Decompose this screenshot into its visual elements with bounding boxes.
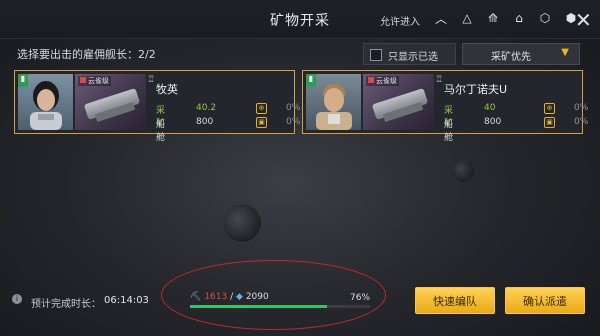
cargo-current: 1613 — [204, 292, 228, 302]
progress-bar — [190, 305, 370, 308]
hold-bonus-icon: ▣ — [256, 117, 267, 128]
ship-class-tag: 云雀级 — [78, 76, 111, 86]
hold-bonus-icon: ▣ — [544, 117, 555, 128]
sort-label: 采矿优先 — [491, 52, 531, 63]
ship-image: 云雀级 — [75, 74, 146, 130]
quick-formation-button[interactable]: 快速编队 — [415, 287, 495, 314]
eta-value: 06:14:03 — [104, 295, 149, 306]
cargo-capacity: 2090 — [245, 292, 269, 302]
mining-bonus-icon: ⊕ — [256, 103, 267, 114]
top-bar: 矿物开采 允许进入 ︿ △ ⟰ ⌂ ⬡ ⬢ ✕ — [0, 0, 600, 39]
captain-avatar — [316, 84, 352, 130]
captain-card[interactable]: ▮ 云雀级 ♖ 牧英 采矿 40.2 ⊕ 0% 船舱 800 ▣ 0% — [14, 70, 300, 143]
captain-name: 马尔丁诺夫U — [444, 83, 508, 96]
mining-bonus-icon: ⊕ — [544, 103, 555, 114]
captain-avatar — [30, 81, 62, 130]
chevron-up-icon[interactable]: ︿ — [432, 10, 450, 26]
confirm-dispatch-button[interactable]: 确认派遣 — [505, 287, 585, 314]
ore-icon: ⛏ — [190, 292, 202, 302]
planet-decoration — [222, 203, 262, 243]
eta-label: 预计完成时长： — [31, 299, 101, 310]
selection-label: 选择要出击的雇佣舰长：2/2 — [17, 48, 156, 61]
tier-1-icon[interactable]: △ — [458, 10, 476, 26]
allow-entry-label: 允许进入 — [380, 17, 420, 28]
dropdown-arrow-icon: ▼ — [561, 47, 569, 58]
captain-name: 牧英 — [156, 83, 178, 96]
ship-image: 云雀级 — [363, 74, 434, 130]
tier-filter: ︿ △ ⟰ ⌂ ⬡ ⬢ — [432, 10, 580, 26]
ship-class-tag: 云雀级 — [366, 76, 399, 86]
tier-3-icon[interactable]: ⌂ — [510, 10, 528, 26]
tier-4-icon[interactable]: ⬡ — [536, 10, 554, 26]
progress-fill — [190, 305, 327, 308]
cargo-readout: ⛏ 1613 / ◆ 2090 — [190, 292, 269, 302]
show-selected-label: 只显示已选 — [388, 52, 438, 63]
info-icon[interactable]: i — [12, 294, 22, 304]
sort-dropdown[interactable]: 采矿优先 ▼ — [462, 43, 580, 65]
tier-2-icon[interactable]: ⟰ — [484, 10, 502, 26]
captain-portrait: ▮ — [306, 74, 361, 130]
close-icon[interactable]: ✕ — [575, 8, 592, 32]
captain-portrait: ▮ — [18, 74, 73, 130]
trophy-icon: ♖ — [435, 75, 444, 85]
show-selected-toggle[interactable]: 只显示已选 — [363, 43, 456, 65]
checkbox-icon[interactable] — [370, 49, 382, 61]
captain-card[interactable]: ▮ 云雀级 ♖ 马尔丁诺夫U 采矿 40 ⊕ 0% 船舱 800 ▣ 0% — [302, 70, 588, 143]
planet-decoration — [452, 160, 474, 182]
progress-percent: 76% — [350, 293, 371, 303]
storage-icon: ◆ — [236, 292, 243, 302]
trophy-icon: ♖ — [147, 75, 156, 85]
